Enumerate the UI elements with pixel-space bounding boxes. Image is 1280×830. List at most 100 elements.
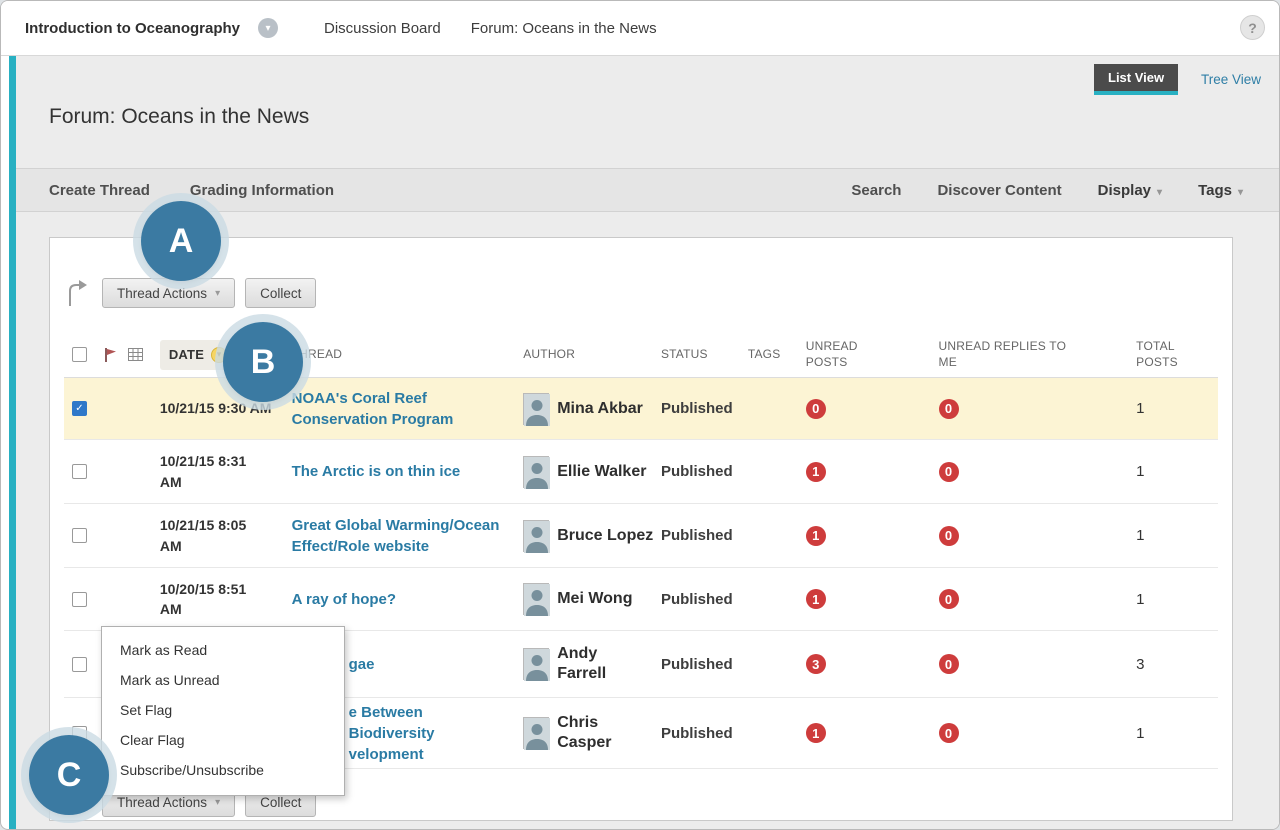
chevron-down-icon: ▾ <box>215 288 220 299</box>
action-bar-right: Search Discover Content Display ▾ Tags▾ <box>851 182 1243 199</box>
row-checkbox[interactable]: ✓ <box>72 401 87 416</box>
thread-date: 10/20/15 8:51 AM <box>158 579 290 620</box>
thread-link[interactable]: Great Global Warming/Ocean Effect/Role w… <box>292 515 510 557</box>
unread-posts-badge: 1 <box>806 589 826 609</box>
row-checkbox-cell <box>64 528 104 543</box>
menu-item-mark-as-read[interactable]: Mark as Read <box>102 635 344 665</box>
header-checkbox-cell <box>64 347 104 362</box>
thread-author-cell: Ellie Walker <box>523 456 661 488</box>
thread-status: Published <box>661 463 748 480</box>
chevron-down-icon: ▾ <box>1157 187 1162 198</box>
thread-status: Published <box>661 656 748 673</box>
table-row: 10/21/15 8:05 AMGreat Global Warming/Oce… <box>64 504 1218 568</box>
header-icons-cell <box>104 347 158 363</box>
total-posts: 1 <box>1126 463 1218 480</box>
row-checkbox[interactable] <box>72 528 87 543</box>
top-controls: Thread Actions ▾ Collect <box>64 278 326 308</box>
author-name: Bruce Lopez <box>557 526 653 546</box>
tags-label: Tags <box>1198 182 1232 199</box>
thread-author-cell: Mei Wong <box>523 583 661 615</box>
author-avatar <box>523 717 549 749</box>
unread-replies-cell: 0 <box>933 654 1127 674</box>
thread-actions-button[interactable]: Thread Actions ▾ <box>102 278 235 308</box>
thread-link[interactable]: A ray of hope? <box>292 589 510 610</box>
unread-posts-badge: 3 <box>806 654 826 674</box>
row-checkbox[interactable] <box>72 657 87 672</box>
header-thread-label: THREAD <box>290 347 524 363</box>
thread-title-cell: NOAA's Coral Reef Conservation Program <box>290 388 524 430</box>
thread-status: Published <box>661 591 748 608</box>
author-avatar <box>523 393 549 425</box>
author-avatar <box>523 520 549 552</box>
thread-status: Published <box>661 527 748 544</box>
course-menu-chevron-icon[interactable]: ▾ <box>258 18 278 38</box>
unread-posts-badge: 1 <box>806 462 826 482</box>
row-checkbox[interactable] <box>72 464 87 479</box>
grading-information-button[interactable]: Grading Information <box>190 182 334 199</box>
breadcrumb-discussion-board[interactable]: Discussion Board <box>324 20 441 37</box>
table-row: 10/20/15 8:51 AMA ray of hope? Mei Wong Pu… <box>64 568 1218 631</box>
page-title: Forum: Oceans in the News <box>49 105 309 129</box>
author-name: Mei Wong <box>557 589 632 609</box>
annotation-circle-c: C <box>29 735 109 815</box>
unread-replies-cell: 0 <box>933 462 1127 482</box>
thread-actions-context-menu: Mark as Read Mark as Unread Set Flag Cle… <box>101 626 345 796</box>
thread-link[interactable]: NOAA's Coral Reef Conservation Program <box>292 388 510 430</box>
author-name: Mina Akbar <box>557 399 643 419</box>
unread-posts-cell: 0 <box>792 399 933 419</box>
tab-list-view[interactable]: List View <box>1094 64 1178 95</box>
annotation-circle-a: A <box>141 201 221 281</box>
unread-replies-badge: 0 <box>939 462 959 482</box>
breadcrumb-forum: Forum: Oceans in the News <box>471 20 657 37</box>
action-bar: Create Thread Grading Information Search… <box>16 168 1279 212</box>
display-label: Display <box>1098 182 1151 199</box>
course-title: Introduction to Oceanography <box>25 20 240 37</box>
tab-tree-view[interactable]: Tree View <box>1201 72 1261 87</box>
tags-menu-button[interactable]: Tags▾ <box>1198 182 1243 199</box>
thread-date: 10/21/15 8:31 AM <box>158 451 290 492</box>
header-date-label: DATE <box>169 347 204 362</box>
unread-replies-cell: 0 <box>933 589 1127 609</box>
select-all-checkbox[interactable] <box>72 347 87 362</box>
thread-title-cell: The Arctic is on thin ice <box>290 461 524 482</box>
menu-item-clear-flag[interactable]: Clear Flag <box>102 725 344 755</box>
menu-item-mark-as-unread[interactable]: Mark as Unread <box>102 665 344 695</box>
author-name: Chris Casper <box>557 713 611 753</box>
unread-posts-cell: 3 <box>792 654 933 674</box>
unread-posts-cell: 1 <box>792 723 933 743</box>
display-menu-button[interactable]: Display ▾ <box>1098 182 1162 199</box>
thread-title-cell: Great Global Warming/Ocean Effect/Role w… <box>290 515 524 557</box>
header-unread-posts-label: UNREAD POSTS <box>792 339 933 370</box>
unread-replies-badge: 0 <box>939 589 959 609</box>
search-button[interactable]: Search <box>851 182 901 199</box>
total-posts: 1 <box>1126 591 1218 608</box>
author-avatar <box>523 583 549 615</box>
discover-content-button[interactable]: Discover Content <box>937 182 1061 199</box>
flag-icon <box>104 347 118 363</box>
unread-replies-cell: 0 <box>933 526 1127 546</box>
unread-posts-badge: 0 <box>806 399 826 419</box>
grid-icon <box>128 348 143 361</box>
invert-selection-arrow-icon[interactable] <box>64 279 88 307</box>
thread-author-cell: Mina Akbar <box>523 393 661 425</box>
help-icon[interactable]: ? <box>1240 15 1265 40</box>
header-tags-label: TAGS <box>748 347 792 363</box>
create-thread-button[interactable]: Create Thread <box>49 182 150 199</box>
unread-replies-badge: 0 <box>939 399 959 419</box>
menu-item-subscribe-unsubscribe[interactable]: Subscribe/Unsubscribe <box>102 755 344 785</box>
thread-link[interactable]: The Arctic is on thin ice <box>292 461 510 482</box>
unread-replies-cell: 0 <box>933 399 1127 419</box>
thread-actions-label: Thread Actions <box>117 286 207 301</box>
author-name: Andy Farrell <box>557 644 606 684</box>
header-author-label: AUTHOR <box>523 347 661 363</box>
row-checkbox-cell <box>64 464 104 479</box>
total-posts: 1 <box>1126 725 1218 742</box>
row-checkbox-cell <box>64 592 104 607</box>
table-row: 10/21/15 8:31 AMThe Arctic is on thin ic… <box>64 440 1218 504</box>
row-checkbox[interactable] <box>72 592 87 607</box>
unread-posts-badge: 1 <box>806 526 826 546</box>
collect-button[interactable]: Collect <box>245 278 316 308</box>
unread-replies-cell: 0 <box>933 723 1127 743</box>
menu-item-set-flag[interactable]: Set Flag <box>102 695 344 725</box>
thread-status: Published <box>661 400 748 417</box>
